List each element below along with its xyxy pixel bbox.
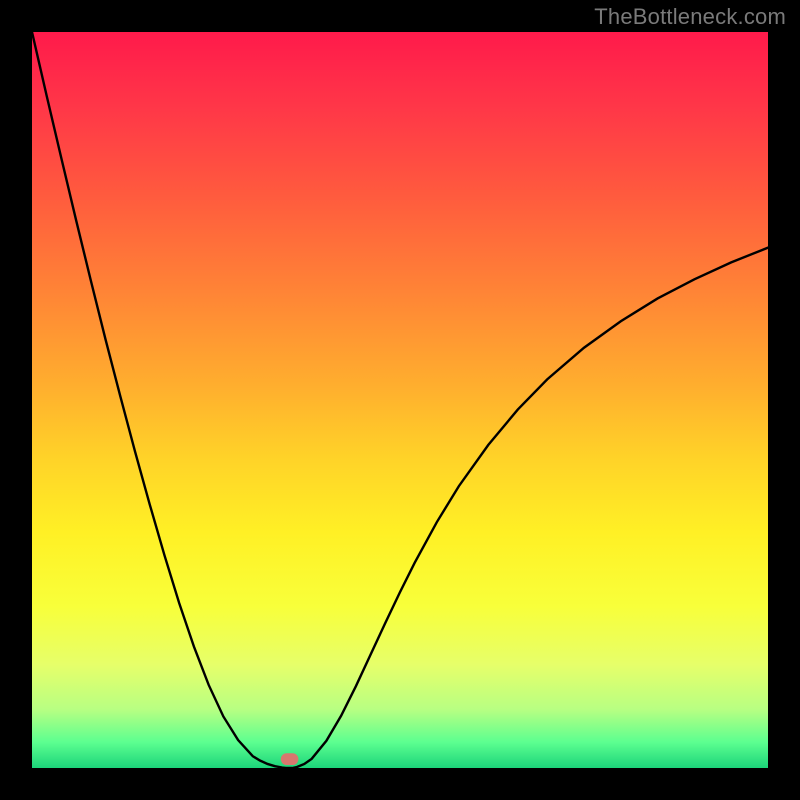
chart-container: TheBottleneck.com bbox=[0, 0, 800, 800]
bottleneck-chart bbox=[32, 32, 768, 768]
chart-background bbox=[32, 32, 768, 768]
optimum-marker bbox=[281, 753, 299, 765]
watermark: TheBottleneck.com bbox=[594, 4, 786, 30]
